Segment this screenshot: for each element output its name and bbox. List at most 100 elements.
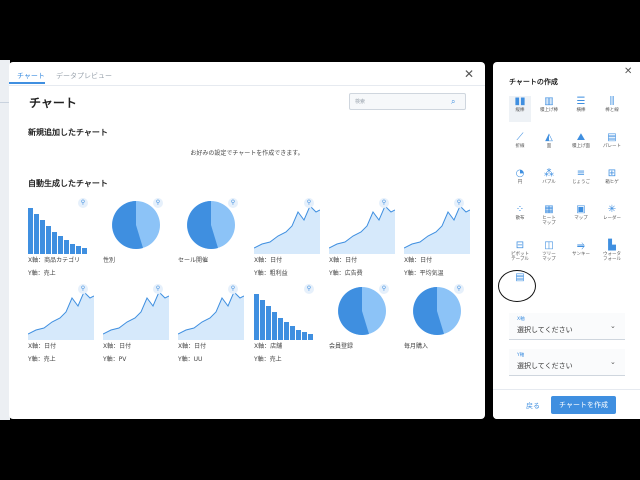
pin-icon[interactable]: ⚲ <box>153 284 163 294</box>
chevron-down-icon: ⌄ <box>610 358 616 366</box>
auto-chart-card[interactable]: ⚲ X軸：日付 Y軸：UU <box>178 284 244 366</box>
chart-type-label: 散布 <box>515 216 525 221</box>
auto-chart-card[interactable]: ⚲ X軸：日付 Y軸：売上 <box>28 284 94 366</box>
thumbnail-area <box>254 206 320 254</box>
chart-type-sankey[interactable]: ⥤ サンキー <box>570 240 592 266</box>
chart-type-label: フォール <box>603 257 621 262</box>
chart-card-sublabel: Y軸：平均気温 <box>404 270 444 277</box>
chart-type-label: バブル <box>542 180 556 185</box>
chart-card-label: セール開催 <box>178 257 209 264</box>
pin-icon[interactable]: ⚲ <box>304 284 314 294</box>
pin-icon[interactable]: ⚲ <box>454 284 464 294</box>
chart-type-radar[interactable]: ✳ レーダー <box>601 204 623 230</box>
chart-card-label: X軸：日付 <box>254 257 283 264</box>
chart-type-pie[interactable]: ◔ 円 <box>509 168 531 194</box>
chart-type-bubble[interactable]: ⁂ バブル <box>538 168 560 194</box>
chart-type-scatter[interactable]: ⁘ 散布 <box>509 204 531 230</box>
vertical-bar-icon: ▮▮ <box>514 96 526 107</box>
y-axis-value: 選択してください <box>517 362 573 370</box>
chart-type-stacked-bar[interactable]: ▥ 積上げ棒 <box>538 96 560 122</box>
chart-type-boxplot[interactable]: ⊞ 箱ヒゲ <box>601 168 623 194</box>
auto-chart-card[interactable]: ⚲ 会員登録 <box>329 284 395 366</box>
thumbnail-bar <box>308 334 313 340</box>
auto-chart-card[interactable]: ⚲ X軸：店舗 Y軸：売上 <box>254 284 320 366</box>
chart-type-label: じょうご <box>572 180 590 185</box>
pin-icon[interactable]: ⚲ <box>304 198 314 208</box>
thumbnail-area <box>178 292 244 340</box>
chart-card-sublabel: Y軸：売上 <box>28 270 56 277</box>
thumbnail-bar <box>76 246 81 254</box>
chart-type-vertical-bar[interactable]: ▮▮ 縦棒 <box>509 96 531 122</box>
sankey-icon: ⥤ <box>577 240 585 251</box>
chart-card-sublabel: Y軸：粗利益 <box>254 270 288 277</box>
chart-type-pareto[interactable]: ▤ パレート <box>601 132 623 158</box>
pin-icon[interactable]: ⚲ <box>78 284 88 294</box>
chart-type-label: 横棒 <box>576 108 586 113</box>
create-chart-panel: チャートの作成 ✕ ▮▮ 縦棒 ▥ 積上げ棒 ☰ 横棒 ⫼ 棒と線 ⟋ 折線 ◭ 面 ⛰ 積上げ面 ▤ パレー… <box>493 62 640 419</box>
thumbnail-bar <box>254 294 259 340</box>
pin-icon[interactable]: ⚲ <box>78 198 88 208</box>
thumbnail-bar <box>70 244 75 254</box>
chart-card-label: X軸：商品カテゴリ <box>28 257 81 264</box>
x-axis-select[interactable]: X軸 選択してください ⌄ <box>509 313 625 340</box>
chart-dialog: チャート データプレビュー ✕ チャート 検索 ⌕ 新規追加したチャート お好み… <box>9 62 485 419</box>
thumbnail-bar <box>64 240 69 254</box>
thumbnail-bar <box>260 300 265 340</box>
close-panel-icon[interactable]: ✕ <box>624 67 632 77</box>
chart-type-stacked-area[interactable]: ⛰ 積上げ面 <box>570 132 592 158</box>
y-axis-select[interactable]: Y軸 選択してください ⌄ <box>509 349 625 376</box>
back-button[interactable]: 戻る <box>526 401 540 411</box>
chart-type-pivot-table[interactable]: ⊟ ピボット テーブル <box>509 240 531 266</box>
auto-chart-card[interactable]: ⚲ X軸：日付 Y軸：PV <box>103 284 169 366</box>
chart-type-treemap[interactable]: ◫ ツリー マップ <box>538 240 560 266</box>
pie-icon: ◔ <box>515 168 525 179</box>
search-icon[interactable]: ⌕ <box>451 97 455 106</box>
chart-type-funnel[interactable]: ≡ じょうご <box>570 168 592 194</box>
pin-icon[interactable]: ⚲ <box>379 284 389 294</box>
auto-chart-card[interactable]: ⚲ 毎月購入 <box>404 284 470 366</box>
search-input[interactable]: 検索 ⌕ <box>349 93 466 110</box>
thumbnail-bar <box>266 306 271 340</box>
chart-type-label: 棒と線 <box>605 108 619 113</box>
thumbnail-bar <box>290 326 295 340</box>
new-charts-description: お好みの設定でチャートを作成できます。 <box>190 150 304 157</box>
pin-icon[interactable]: ⚲ <box>379 198 389 208</box>
tab-chart[interactable]: チャート <box>17 71 45 81</box>
chart-card-label: X軸：日付 <box>28 343 57 350</box>
auto-chart-card[interactable]: ⚲ X軸：商品カテゴリ Y軸：売上 <box>28 198 94 280</box>
auto-chart-card[interactable]: ⚲ セール開催 <box>178 198 244 280</box>
thumbnail-bar <box>46 226 51 254</box>
waterfall-icon: ▙ <box>608 240 616 251</box>
pin-icon[interactable]: ⚲ <box>228 198 238 208</box>
chart-type-waterfall[interactable]: ▙ ウォータ フォール <box>601 240 623 266</box>
pivot-table-icon: ⊟ <box>515 240 525 251</box>
close-icon[interactable]: ✕ <box>464 68 474 80</box>
chart-type-horizontal-bar[interactable]: ☰ 横棒 <box>570 96 592 122</box>
pin-icon[interactable]: ⚲ <box>228 284 238 294</box>
thumbnail-area <box>329 206 395 254</box>
auto-chart-card[interactable]: ⚲ X軸：日付 Y軸：粗利益 <box>254 198 320 280</box>
pin-icon[interactable]: ⚲ <box>153 198 163 208</box>
auto-chart-card[interactable]: ⚲ 性別 <box>103 198 169 280</box>
chart-type-bar-line[interactable]: ⫼ 棒と線 <box>601 96 623 122</box>
thumbnail-bar <box>58 236 63 254</box>
chart-card-sublabel: Y軸：PV <box>103 356 127 363</box>
tab-data-preview[interactable]: データプレビュー <box>56 71 112 81</box>
auto-chart-card[interactable]: ⚲ X軸：日付 Y軸：広告費 <box>329 198 395 280</box>
auto-chart-card[interactable]: ⚲ X軸：日付 Y軸：平均気温 <box>404 198 470 280</box>
create-chart-button[interactable]: チャートを作成 <box>551 396 616 414</box>
chart-type-label: 円 <box>517 180 523 185</box>
new-charts-heading: 新規追加したチャート <box>28 128 108 137</box>
panel-title: チャートの作成 <box>509 78 558 86</box>
chart-card-sublabel: Y軸：広告費 <box>329 270 363 277</box>
chart-type-area[interactable]: ◭ 面 <box>538 132 560 158</box>
scatter-icon: ⁘ <box>515 204 525 215</box>
thumbnail-bar <box>28 208 33 254</box>
thumbnail-bar <box>40 220 45 254</box>
chart-type-map[interactable]: ▣ マップ <box>570 204 592 230</box>
chart-type-heatmap[interactable]: ▦ ヒート マップ <box>538 204 560 230</box>
pin-icon[interactable]: ⚲ <box>454 198 464 208</box>
chart-card-label: 性別 <box>103 257 116 264</box>
chart-type-line[interactable]: ⟋ 折線 <box>509 132 531 158</box>
search-placeholder: 検索 <box>355 99 366 105</box>
